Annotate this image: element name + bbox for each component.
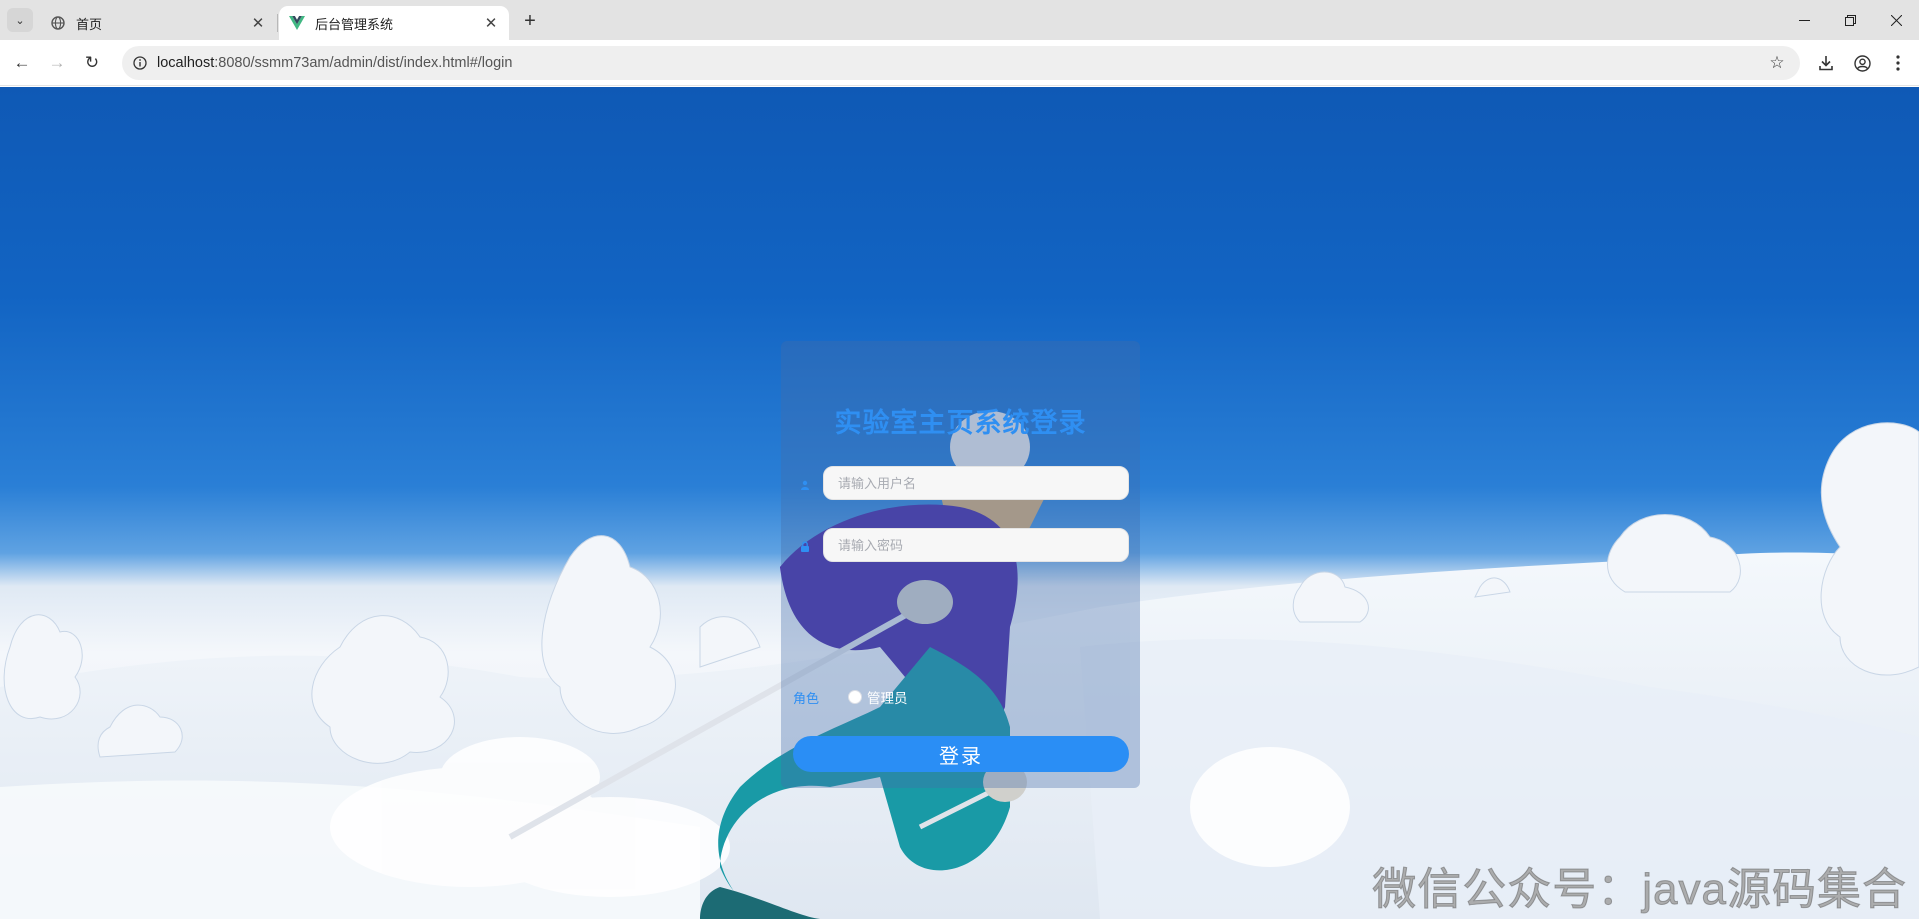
new-tab-button[interactable]: + [518, 9, 542, 33]
tab-home[interactable]: 首页 ✕ [40, 6, 276, 40]
tab-title: 后台管理系统 [315, 16, 394, 32]
tab-separator [277, 14, 278, 32]
reload-icon: ↻ [84, 53, 100, 72]
radio-label: 管理员 [867, 691, 908, 706]
reload-button[interactable]: ↻ [78, 49, 106, 77]
profile-icon[interactable] [1850, 51, 1874, 75]
tab-search-button[interactable]: ⌄ [7, 8, 33, 32]
close-icon[interactable]: ✕ [481, 13, 501, 33]
login-page: 实验室主页系统登录 角色 管理员 登录 微信公众号：java源码集合 [0, 87, 1919, 919]
arrow-left-icon: ← [13, 53, 31, 72]
user-icon [799, 479, 811, 491]
login-card: 实验室主页系统登录 角色 管理员 登录 [781, 341, 1140, 788]
radio-circle[interactable] [848, 690, 862, 704]
lock-icon [799, 540, 811, 552]
url-text: localhost:8080/ssmm73am/admin/dist/index… [157, 46, 512, 80]
address-bar[interactable]: localhost:8080/ssmm73am/admin/dist/index… [122, 46, 1800, 80]
role-radio-admin[interactable]: 管理员 [848, 687, 908, 707]
close-window-button[interactable] [1873, 0, 1919, 40]
tab-title: 首页 [76, 16, 103, 32]
vue-logo-icon [289, 15, 305, 31]
menu-kebab-icon[interactable] [1886, 51, 1910, 75]
login-button[interactable]: 登录 [793, 736, 1129, 772]
minimize-button[interactable] [1781, 0, 1827, 40]
download-icon[interactable] [1814, 51, 1838, 75]
watermark-text: 微信公众号：java源码集合 [1372, 865, 1907, 915]
close-icon[interactable]: ✕ [248, 13, 268, 33]
role-label: 角色 [793, 691, 820, 706]
browser-toolbar: ← → ↻ localhost:8080/ssmm73am/admin/dist… [0, 40, 1919, 86]
arrow-right-icon: → [48, 53, 66, 72]
username-input[interactable] [823, 466, 1129, 500]
site-info-icon[interactable] [130, 53, 150, 73]
url-path: :8080/ssmm73am/admin/dist/index.html#/lo… [214, 55, 513, 71]
chevron-down-icon: ⌄ [15, 14, 25, 27]
bookmark-star-icon[interactable]: ☆ [1766, 52, 1788, 74]
tab-admin[interactable]: 后台管理系统 ✕ [279, 6, 509, 40]
tab-strip: ⌄ 首页 ✕ 后台管理系统 ✕ + [0, 0, 1919, 40]
password-input[interactable] [823, 528, 1129, 562]
url-host: localhost [157, 55, 215, 71]
forward-button[interactable]: → [43, 49, 71, 77]
restore-button[interactable] [1827, 0, 1873, 40]
globe-icon [50, 15, 66, 31]
login-title: 实验室主页系统登录 [834, 408, 1087, 438]
back-button[interactable]: ← [8, 49, 36, 77]
